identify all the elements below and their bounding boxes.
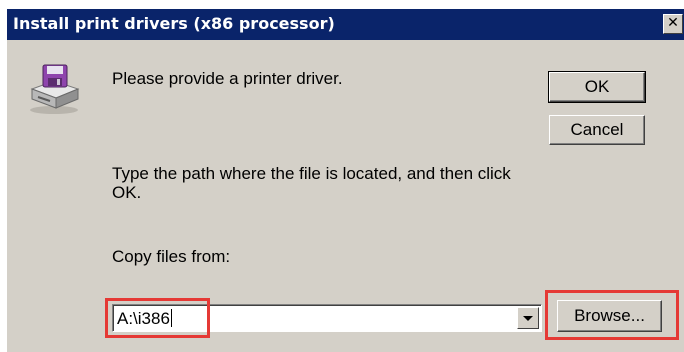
close-button[interactable]: ✕ [663, 14, 683, 34]
dialog-title: Install print drivers (x86 processor) [13, 14, 335, 33]
path-instruction: Type the path where the file is located,… [112, 164, 511, 202]
title-bar: Install print drivers (x86 processor) ✕ [7, 9, 684, 40]
printer-disk-icon [30, 64, 80, 114]
provide-driver-message: Please provide a printer driver. [112, 69, 343, 88]
dropdown-arrow-icon[interactable] [517, 307, 539, 329]
text-caret [170, 309, 172, 327]
cancel-button[interactable]: Cancel [549, 115, 645, 145]
copy-files-input[interactable]: A:\i386 [117, 309, 172, 328]
ok-button[interactable]: OK [548, 71, 646, 103]
floppy-label [47, 66, 63, 74]
copy-files-value: A:\i386 [117, 309, 170, 328]
install-print-drivers-dialog: Install print drivers (x86 processor) ✕ … [6, 8, 684, 352]
browse-button[interactable]: Browse... [557, 300, 662, 332]
close-icon: ✕ [667, 15, 679, 31]
copy-files-combobox[interactable]: A:\i386 [112, 304, 542, 332]
floppy-hole [57, 79, 60, 85]
copy-files-label: Copy files from: [112, 247, 231, 266]
